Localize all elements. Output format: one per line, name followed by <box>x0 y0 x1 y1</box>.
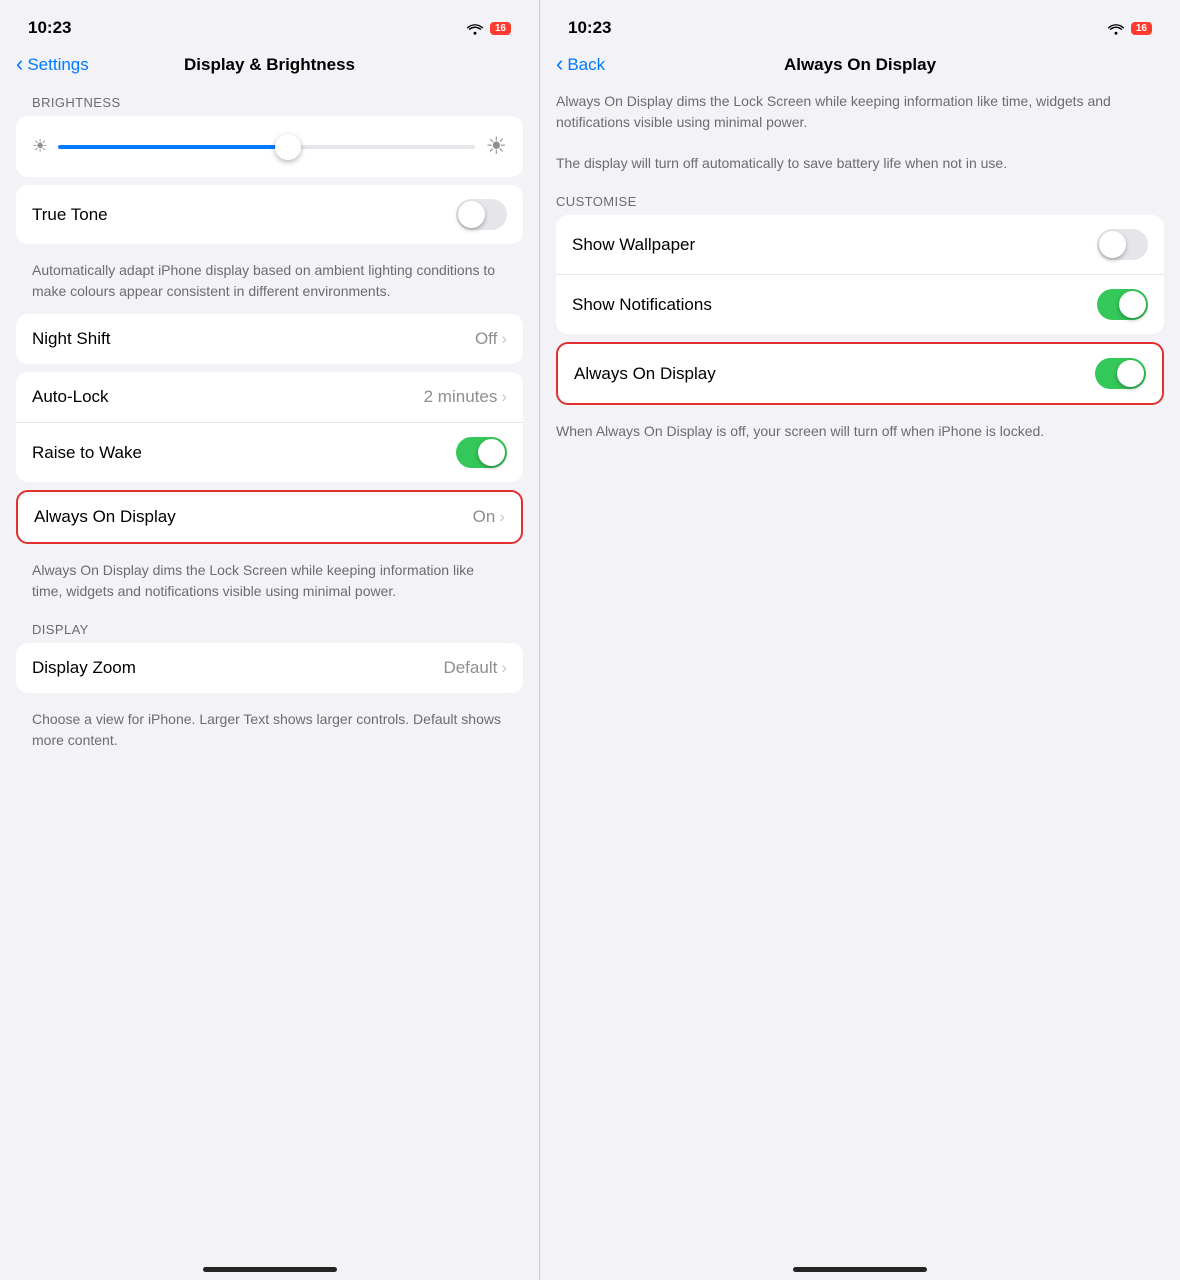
true-tone-desc: Automatically adapt iPhone display based… <box>16 252 523 314</box>
time-left: 10:23 <box>28 18 71 38</box>
always-on-display-right-row: Always On Display <box>558 344 1162 403</box>
home-indicator-left <box>0 1246 539 1280</box>
back-label-right: Back <box>567 55 605 75</box>
display-zoom-desc: Choose a view for iPhone. Larger Text sh… <box>16 701 523 763</box>
slider-thumb <box>275 134 301 160</box>
customise-card: Show Wallpaper Show Notifications <box>556 215 1164 334</box>
display-zoom-card: Display Zoom Default › <box>16 643 523 693</box>
show-wallpaper-label: Show Wallpaper <box>572 235 695 255</box>
night-shift-row[interactable]: Night Shift Off › <box>16 314 523 364</box>
customise-label: CUSTOMISE <box>556 186 1164 215</box>
raise-to-wake-label: Raise to Wake <box>32 443 142 463</box>
brightness-slider[interactable] <box>58 145 475 149</box>
show-notifications-knob <box>1119 291 1146 318</box>
brightness-card: ☀ ☀ <box>16 116 523 177</box>
auto-lock-row[interactable]: Auto-Lock 2 minutes › <box>16 372 523 422</box>
home-bar-right <box>793 1267 927 1272</box>
show-notifications-row: Show Notifications <box>556 274 1164 334</box>
back-chevron-right: ‹ <box>556 53 563 75</box>
show-wallpaper-toggle[interactable] <box>1097 229 1148 260</box>
time-right: 10:23 <box>568 18 611 38</box>
true-tone-toggle[interactable] <box>456 199 507 230</box>
always-on-display-right-label: Always On Display <box>574 364 716 384</box>
always-on-display-knob <box>1117 360 1144 387</box>
back-button-right[interactable]: ‹ Back <box>556 54 605 75</box>
left-panel: 10:23 16 ‹ Settings Display & Brightness… <box>0 0 540 1280</box>
always-on-display-row[interactable]: Always On Display On › <box>18 492 521 542</box>
always-on-off-desc: When Always On Display is off, your scre… <box>556 413 1164 454</box>
battery-left: 16 <box>490 22 511 35</box>
right-desc2: The display will turn off automatically … <box>556 145 1164 186</box>
home-bar-left <box>203 1267 337 1272</box>
auto-lock-label: Auto-Lock <box>32 387 109 407</box>
night-shift-label: Night Shift <box>32 329 110 349</box>
auto-lock-value: 2 minutes › <box>424 387 507 407</box>
display-zoom-chevron: › <box>501 658 507 678</box>
display-zoom-label: Display Zoom <box>32 658 136 678</box>
display-zoom-row[interactable]: Display Zoom Default › <box>16 643 523 693</box>
true-tone-card: True Tone <box>16 185 523 244</box>
page-title-left: Display & Brightness <box>184 55 355 75</box>
right-panel: 10:23 16 ‹ Back Always On Display Always… <box>540 0 1180 1280</box>
auto-lock-chevron: › <box>501 387 507 407</box>
nav-bar-right: ‹ Back Always On Display <box>540 50 1180 87</box>
always-on-display-value: On › <box>473 507 505 527</box>
always-on-display-right-card: Always On Display <box>556 342 1164 405</box>
raise-to-wake-knob <box>478 439 505 466</box>
right-desc1: Always On Display dims the Lock Screen w… <box>556 87 1164 145</box>
brightness-row[interactable]: ☀ ☀ <box>32 132 507 161</box>
night-shift-value: Off › <box>475 329 507 349</box>
raise-to-wake-toggle[interactable] <box>456 437 507 468</box>
true-tone-toggle-knob <box>458 201 485 228</box>
display-zoom-value: Default › <box>443 658 507 678</box>
right-content: Always On Display dims the Lock Screen w… <box>540 87 1180 1246</box>
back-label-left: Settings <box>27 55 88 75</box>
brightness-label: BRIGHTNESS <box>16 87 523 116</box>
always-on-display-label: Always On Display <box>34 507 176 527</box>
autolock-raise-card: Auto-Lock 2 minutes › Raise to Wake <box>16 372 523 482</box>
sun-small-icon: ☀ <box>32 136 48 157</box>
raise-to-wake-row: Raise to Wake <box>16 422 523 482</box>
nav-bar-left: ‹ Settings Display & Brightness <box>0 50 539 87</box>
true-tone-row: True Tone <box>16 185 523 244</box>
status-bar-left: 10:23 16 <box>0 0 539 50</box>
status-bar-right: 10:23 16 <box>540 0 1180 50</box>
left-content: BRIGHTNESS ☀ ☀ True Tone Automatically a… <box>0 87 539 1246</box>
always-on-desc: Always On Display dims the Lock Screen w… <box>16 552 523 614</box>
battery-badge-right: 16 <box>1131 22 1152 35</box>
always-on-display-toggle[interactable] <box>1095 358 1146 389</box>
battery-right: 16 <box>1131 22 1152 35</box>
back-button-left[interactable]: ‹ Settings <box>16 54 89 75</box>
night-shift-chevron: › <box>501 329 507 349</box>
page-title-right: Always On Display <box>784 55 936 75</box>
night-shift-card: Night Shift Off › <box>16 314 523 364</box>
back-chevron-left: ‹ <box>16 53 23 75</box>
wifi-icon-right <box>1107 21 1125 35</box>
always-on-display-chevron: › <box>499 507 505 527</box>
status-icons-left: 16 <box>466 21 511 35</box>
home-indicator-right <box>540 1246 1180 1280</box>
wifi-icon-left <box>466 21 484 35</box>
status-icons-right: 16 <box>1107 21 1152 35</box>
slider-fill <box>58 145 288 149</box>
sun-large-icon: ☀ <box>485 132 507 161</box>
always-on-display-card-highlighted: Always On Display On › <box>16 490 523 544</box>
true-tone-label: True Tone <box>32 205 108 225</box>
battery-badge-left: 16 <box>490 22 511 35</box>
show-notifications-label: Show Notifications <box>572 295 712 315</box>
display-section-label: DISPLAY <box>16 614 523 643</box>
show-notifications-toggle[interactable] <box>1097 289 1148 320</box>
show-wallpaper-knob <box>1099 231 1126 258</box>
show-wallpaper-row: Show Wallpaper <box>556 215 1164 274</box>
